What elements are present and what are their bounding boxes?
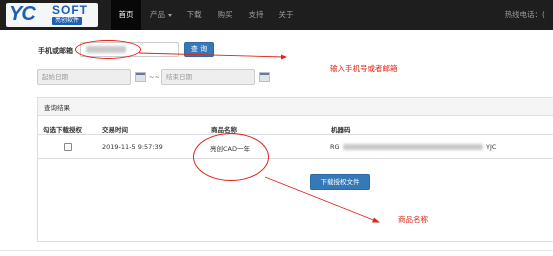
annotation-arrows [138, 52, 380, 223]
annotation-input-hint: 输入手机号或者邮箱 [330, 64, 398, 73]
footer-divider [0, 250, 553, 251]
annotation-product-hint: 商品名称 [398, 215, 428, 224]
